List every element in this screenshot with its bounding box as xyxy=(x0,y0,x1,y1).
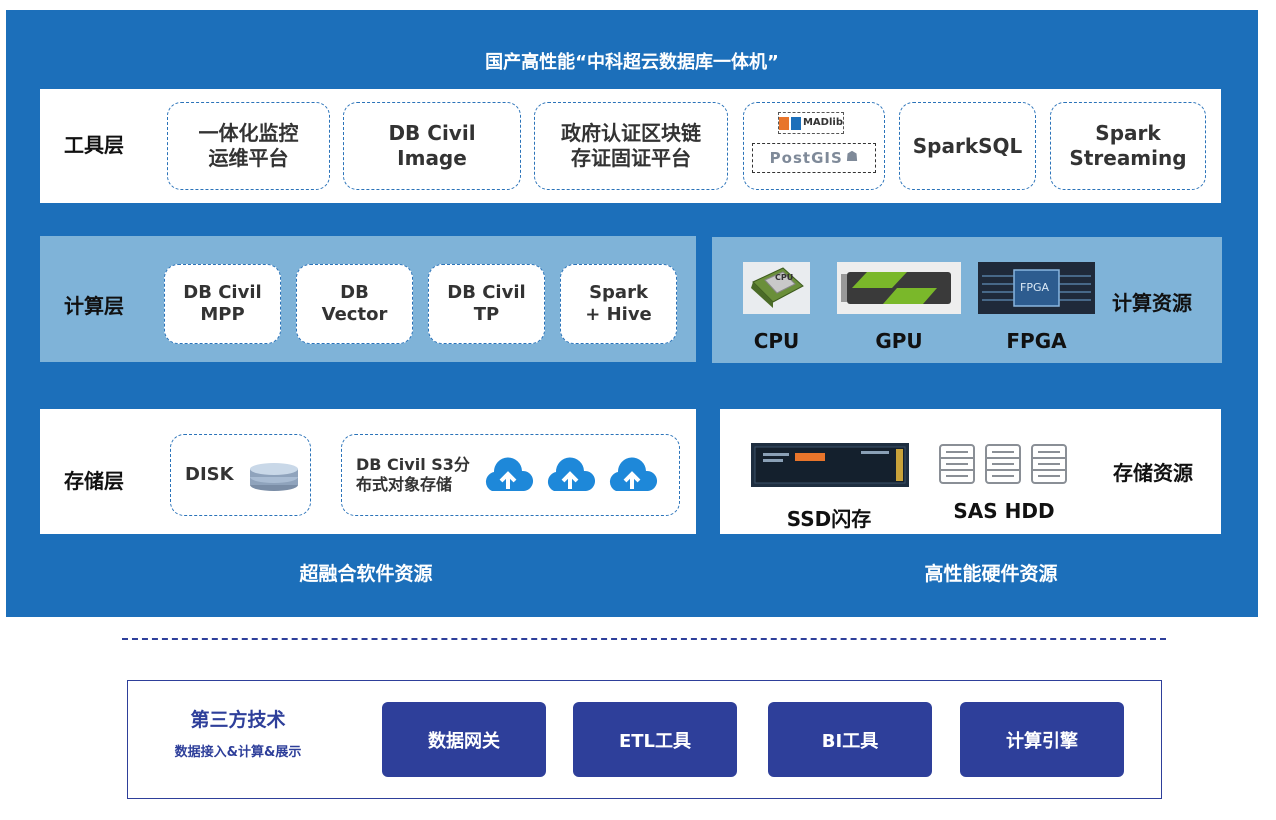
tool-item-image: DB Civil Image xyxy=(343,102,521,190)
cpu-label: CPU xyxy=(753,329,800,353)
cpu-chip-icon: CPU xyxy=(743,262,810,314)
bi-tool-button[interactable]: BI工具 xyxy=(768,702,932,777)
tool-item-spark-streaming: Spark Streaming xyxy=(1050,102,1206,190)
compute-item-vector: DB Vector xyxy=(296,264,413,344)
postgis-logo-text: PostGIS xyxy=(769,148,843,167)
tool-item-sparksql: SparkSQL xyxy=(899,102,1036,190)
tool-item-blockchain: 政府认证区块链 存证固证平台 xyxy=(534,102,728,190)
compute-item-mpp: DB Civil MPP xyxy=(164,264,281,344)
elephant-icon: ☗ xyxy=(845,149,859,166)
cloud-upload-icon xyxy=(547,457,595,491)
ssd-icon xyxy=(751,443,909,487)
storage-item-disk: DISK xyxy=(170,434,311,516)
compute-resources-label: 计算资源 xyxy=(1112,291,1192,315)
tool-item-logos: MADlib PostGIS ☗ xyxy=(743,102,885,190)
tool-item-monitor: 一体化监控 运维平台 xyxy=(167,102,330,190)
software-footer-label: 超融合软件资源 xyxy=(299,563,433,585)
gpu-card-svg xyxy=(841,272,951,304)
disk-stack-icon xyxy=(249,463,298,491)
third-party-box: 第三方技术 数据接入&计算&展示 数据网关 ETL工具 BI工具 计算引擎 xyxy=(127,680,1162,799)
storage-resources-band: SSD闪存 SAS HDD 存储资源 xyxy=(720,409,1221,534)
tool-layer-band: 工具层 一体化监控 运维平台 DB Civil Image 政府认证区块链 存证… xyxy=(40,89,1221,203)
gpu-label: GPU xyxy=(875,329,923,353)
compute-item-spark-hive: Spark + Hive xyxy=(560,264,677,344)
madlib-logo-mark xyxy=(779,116,789,130)
storage-layer-band: 存储层 DISK DB Civil S3分 布式对象存储 xyxy=(40,409,696,534)
madlib-logo-text: MADlib xyxy=(802,116,843,128)
fpga-label: FPGA xyxy=(1006,329,1067,353)
cloud-upload-icon xyxy=(609,457,657,491)
separator-dotted-line xyxy=(122,638,1166,640)
compute-layer-band: 计算层 DB Civil MPP DB Vector DB Civil TP S… xyxy=(40,236,696,362)
gpu-card-icon xyxy=(837,262,961,314)
server-rack-icon xyxy=(1031,444,1067,484)
fpga-chip-icon: FPGA xyxy=(978,262,1095,314)
disk-label: DISK xyxy=(185,463,234,485)
cloud-upload-icon xyxy=(485,457,533,491)
compute-engine-button[interactable]: 计算引擎 xyxy=(960,702,1124,777)
cpu-chip-text: CPU xyxy=(775,273,794,282)
etl-tool-button[interactable]: ETL工具 xyxy=(573,702,737,777)
fpga-chip-text: FPGA xyxy=(1020,281,1050,294)
main-panel: 国产高性能“中科超云数据库一体机” 工具层 一体化监控 运维平台 DB Civi… xyxy=(6,10,1258,617)
madlib-logo-mark-2 xyxy=(790,116,801,130)
cloud-icons xyxy=(482,455,658,495)
tool-layer-label: 工具层 xyxy=(64,133,124,157)
third-party-subtitle: 数据接入&计算&展示 xyxy=(174,745,302,760)
hdd-label: SAS HDD xyxy=(953,499,1055,523)
ssd-svg xyxy=(754,446,906,484)
hardware-footer-label: 高性能硬件资源 xyxy=(924,563,1058,585)
main-title: 国产高性能“中科超云数据库一体机” xyxy=(485,52,779,73)
storage-layer-label: 存储层 xyxy=(64,469,124,493)
server-rack-icon xyxy=(985,444,1021,484)
ssd-label: SSD闪存 xyxy=(786,507,872,531)
cpu-chip-svg xyxy=(751,267,804,308)
compute-resources-band: CPU FPGA CPU GPU FPGA 计算资源 xyxy=(712,237,1222,363)
compute-item-tp: DB Civil TP xyxy=(428,264,545,344)
hdd-icons xyxy=(938,443,1070,487)
server-rack-icon xyxy=(939,444,975,484)
storage-resources-label: 存储资源 xyxy=(1113,461,1193,485)
third-party-title: 第三方技术 xyxy=(190,709,286,731)
postgis-logo: PostGIS ☗ xyxy=(752,143,876,173)
madlib-logo: MADlib xyxy=(778,112,844,134)
storage-item-s3: DB Civil S3分 布式对象存储 xyxy=(341,434,680,516)
data-gateway-button[interactable]: 数据网关 xyxy=(382,702,546,777)
compute-layer-label: 计算层 xyxy=(64,294,124,318)
s3-label: DB Civil S3分 布式对象存储 xyxy=(356,455,470,494)
